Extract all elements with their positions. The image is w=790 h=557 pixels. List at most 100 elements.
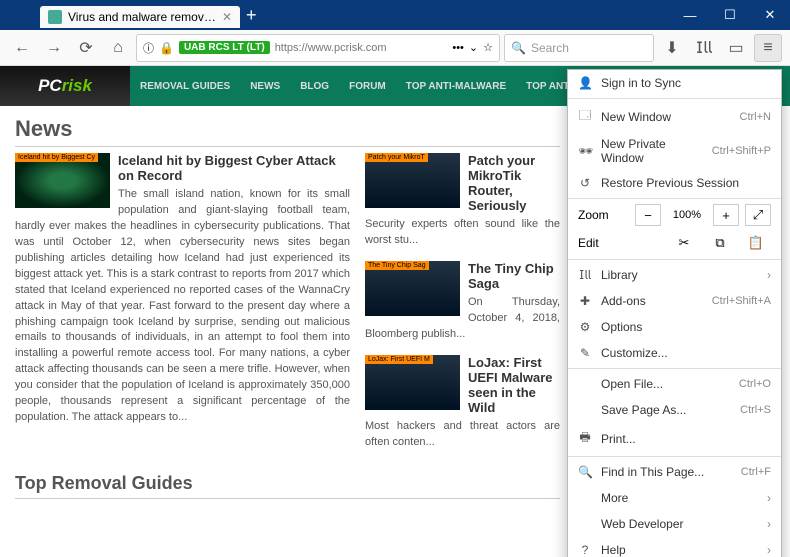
zoom-in-button[interactable]: +	[713, 204, 739, 226]
home-button[interactable]: ⌂	[104, 34, 132, 62]
search-placeholder: Search	[531, 41, 569, 55]
library-icon: 𝖨𝗅𝗅	[578, 268, 592, 282]
menu-separator	[568, 456, 781, 457]
article-2: The Tiny Chip Sag The Tiny Chip Saga On …	[365, 261, 560, 343]
search-icon: 🔍	[578, 465, 592, 479]
article-2-thumb-label: The Tiny Chip Sag	[365, 261, 429, 270]
pocket-icon[interactable]: ⌄	[469, 41, 478, 54]
menu-edit-row: Edit ✂ ⧉ 📋	[568, 229, 781, 257]
tab-favicon	[48, 10, 62, 24]
browser-tab[interactable]: Virus and malware removal ins ✕	[40, 6, 240, 28]
cert-badge: UAB RCS LT (LT)	[179, 41, 270, 54]
window-titlebar: Virus and malware removal ins ✕ + — ☐ ✕	[0, 0, 790, 30]
menu-help[interactable]: ?Help›	[568, 537, 781, 557]
chevron-right-icon: ›	[767, 491, 771, 505]
copy-button[interactable]: ⧉	[705, 232, 735, 254]
menu-zoom-row: Zoom − 100% + ⤢	[568, 201, 781, 229]
restore-icon: ↺	[578, 176, 592, 190]
article-3-body: Most hackers and threat actors are often…	[365, 419, 560, 451]
sidebar-button[interactable]: ▭	[722, 34, 750, 62]
menu-customize[interactable]: ✎Customize...	[568, 340, 781, 366]
downloads-button[interactable]: ⬇	[658, 34, 686, 62]
cut-button[interactable]: ✂	[669, 232, 699, 254]
article-1-body: Security experts often sound like the wo…	[365, 217, 560, 249]
menu-new-window[interactable]: 🗔New WindowCtrl+N	[568, 101, 781, 132]
page-actions-icon[interactable]: •••	[452, 42, 464, 54]
reload-button[interactable]: ⟳	[72, 34, 100, 62]
article-3-thumb-label: LoJax: First UEFI M	[365, 355, 433, 364]
firefox-app-menu: 👤Sign in to Sync 🗔New WindowCtrl+N 🕶New …	[567, 69, 782, 557]
menu-more[interactable]: More›	[568, 485, 781, 511]
nav-blog[interactable]: BLOG	[290, 66, 339, 106]
news-heading: News	[15, 116, 560, 147]
edit-label: Edit	[578, 236, 663, 250]
logo-part2: risk	[62, 76, 92, 96]
menu-sign-in[interactable]: 👤Sign in to Sync	[568, 70, 781, 96]
gear-icon: ⚙	[578, 320, 592, 334]
browser-toolbar: ← → ⟳ ⌂ ⓘ 🔒 UAB RCS LT (LT) https://www.…	[0, 30, 790, 66]
menu-options[interactable]: ⚙Options	[568, 314, 781, 340]
menu-new-private[interactable]: 🕶New Private WindowCtrl+Shift+P	[568, 132, 781, 170]
chevron-right-icon: ›	[767, 517, 771, 531]
url-text: https://www.pcrisk.com	[275, 42, 448, 54]
paint-icon: ✎	[578, 346, 592, 360]
window-maximize-button[interactable]: ☐	[710, 0, 750, 30]
user-icon: 👤	[578, 76, 592, 90]
bookmark-icon[interactable]: ☆	[483, 41, 493, 54]
article-1-thumb[interactable]: Patch your MikroT	[365, 153, 460, 208]
search-icon: 🔍	[511, 41, 526, 55]
zoom-out-button[interactable]: −	[635, 204, 661, 226]
puzzle-icon: ✚	[578, 294, 592, 308]
chevron-right-icon: ›	[767, 543, 771, 557]
lead-thumb[interactable]: Iceland hit by Biggest Cy	[15, 153, 110, 208]
menu-separator	[568, 259, 781, 260]
chevron-right-icon: ›	[767, 268, 771, 282]
nav-forum[interactable]: FORUM	[339, 66, 396, 106]
forward-button[interactable]: →	[40, 34, 68, 62]
mask-icon: 🕶	[578, 144, 592, 158]
menu-open-file[interactable]: Open File...Ctrl+O	[568, 371, 781, 397]
article-3-thumb[interactable]: LoJax: First UEFI M	[365, 355, 460, 410]
menu-find[interactable]: 🔍Find in This Page...Ctrl+F	[568, 459, 781, 485]
print-icon: 🖶	[578, 428, 592, 449]
hamburger-menu-button[interactable]: ≡	[754, 34, 782, 62]
lead-thumb-label: Iceland hit by Biggest Cy	[15, 153, 98, 162]
nav-removal-guides[interactable]: REMOVAL GUIDES	[130, 66, 240, 106]
logo-part1: PC	[38, 76, 62, 96]
site-logo[interactable]: PCrisk	[0, 66, 130, 106]
tab-close-icon[interactable]: ✕	[222, 10, 232, 24]
paste-button[interactable]: 📋	[741, 232, 771, 254]
menu-save-as[interactable]: Save Page As...Ctrl+S	[568, 397, 781, 423]
window-minimize-button[interactable]: —	[670, 0, 710, 30]
menu-separator	[568, 98, 781, 99]
page-content: PCrisk REMOVAL GUIDES NEWS BLOG FORUM TO…	[0, 66, 790, 557]
article-1-thumb-label: Patch your MikroT	[365, 153, 428, 162]
menu-separator	[568, 198, 781, 199]
lock-icon: 🔒	[159, 41, 174, 55]
menu-library[interactable]: 𝖨𝗅𝗅Library›	[568, 262, 781, 288]
article-1: Patch your MikroT Patch your MikroTik Ro…	[365, 153, 560, 249]
article-2-thumb[interactable]: The Tiny Chip Sag	[365, 261, 460, 316]
back-button[interactable]: ←	[8, 34, 36, 62]
address-bar[interactable]: ⓘ 🔒 UAB RCS LT (LT) https://www.pcrisk.c…	[136, 34, 500, 62]
menu-separator	[568, 368, 781, 369]
nav-news[interactable]: NEWS	[240, 66, 290, 106]
library-button[interactable]: 𝖨𝗅𝗅	[690, 34, 718, 62]
lead-body: The small island nation, known for its s…	[15, 187, 350, 426]
menu-web-developer[interactable]: Web Developer›	[568, 511, 781, 537]
new-tab-button[interactable]: +	[246, 5, 257, 26]
menu-addons[interactable]: ✚Add-onsCtrl+Shift+A	[568, 288, 781, 314]
nav-antimalware[interactable]: TOP ANTI-MALWARE	[396, 66, 516, 106]
menu-restore-session[interactable]: ↺Restore Previous Session	[568, 170, 781, 196]
article-3: LoJax: First UEFI M LoJax: First UEFI Ma…	[365, 355, 560, 451]
tab-title: Virus and malware removal ins	[68, 10, 216, 24]
fullscreen-button[interactable]: ⤢	[745, 204, 771, 226]
search-box[interactable]: 🔍 Search	[504, 34, 654, 62]
info-icon[interactable]: ⓘ	[143, 40, 154, 56]
menu-print[interactable]: 🖶Print...	[568, 423, 781, 454]
help-icon: ?	[578, 543, 592, 557]
lead-article: Iceland hit by Biggest Cy Iceland hit by…	[15, 153, 350, 451]
zoom-value: 100%	[667, 209, 707, 221]
window-close-button[interactable]: ✕	[750, 0, 790, 30]
window-icon: 🗔	[578, 106, 592, 127]
